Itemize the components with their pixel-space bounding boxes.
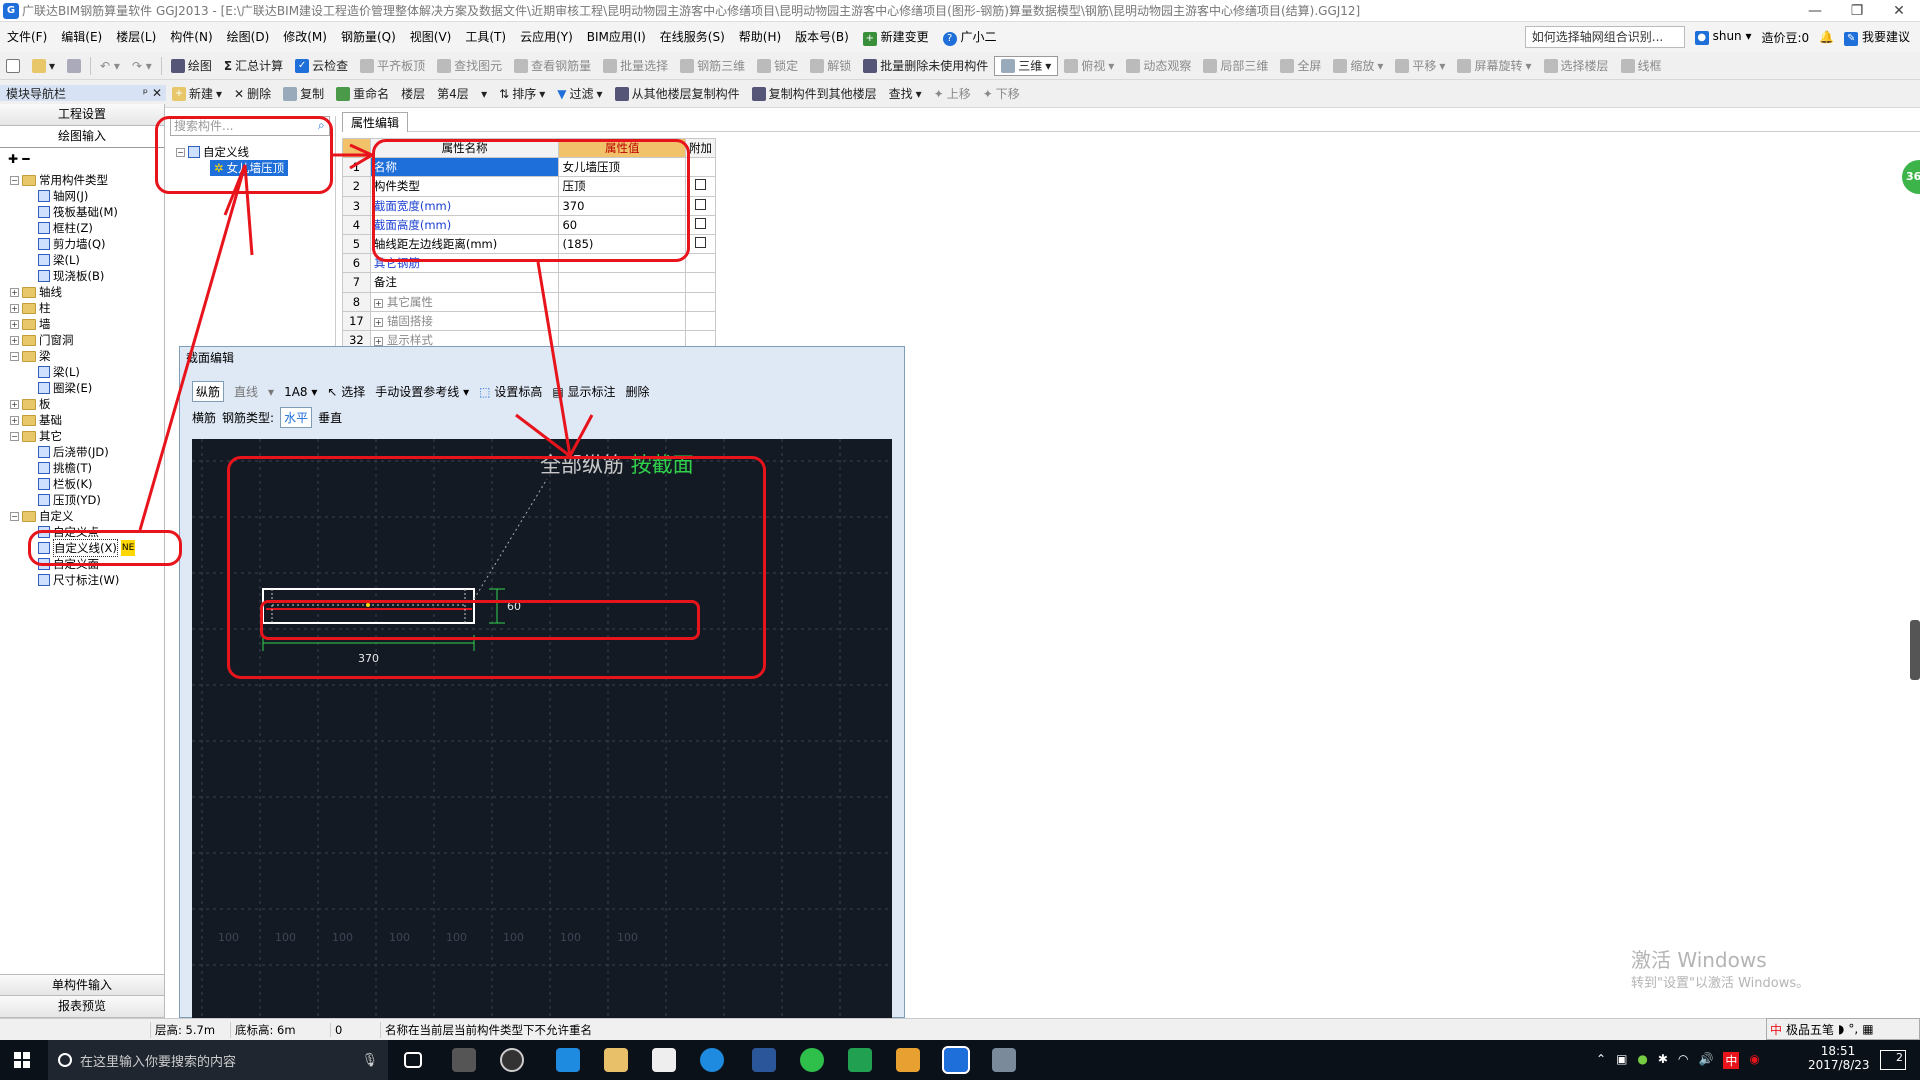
status-floor-height: 层高: 5.7m	[150, 1021, 230, 1038]
app-pinwheel-icon[interactable]	[452, 1048, 476, 1072]
action-center-icon[interactable]: 2	[1880, 1050, 1906, 1070]
ime-keyboard-icon: ▦	[1862, 1022, 1874, 1036]
microphone-icon[interactable]: 🎙	[361, 1053, 378, 1068]
arrow-shaft-left	[138, 164, 247, 531]
arrowhead-right	[515, 413, 594, 459]
status-zero: 0	[330, 1022, 380, 1037]
ime-punct-icon: °,	[1848, 1022, 1859, 1036]
wifi-icon[interactable]: ◠	[1678, 1052, 1688, 1069]
activation-watermark-title: 激活 Windows	[1631, 948, 1767, 972]
tray-bt-icon[interactable]: ✱	[1658, 1052, 1668, 1069]
windows-taskbar: 在这里输入你要搜索的内容 🎙 ⌃ ▣ ● ✱ ◠ 🔊 中 ◉ 18:51 201…	[0, 1040, 1920, 1080]
taskbar-search-placeholder: 在这里输入你要搜索的内容	[80, 1054, 237, 1070]
side-handle[interactable]	[1910, 620, 1920, 680]
word-icon[interactable]	[752, 1048, 776, 1072]
task-view-icon[interactable]	[404, 1052, 422, 1068]
edge-browser-icon[interactable]	[556, 1048, 580, 1072]
activation-watermark-subtitle: 转到"设置"以激活 Windows。	[1631, 976, 1810, 991]
app-circle-icon[interactable]	[500, 1048, 524, 1072]
arrowhead-left	[223, 164, 254, 256]
ime-name: 极品五笔	[1786, 1022, 1835, 1037]
tray-red-icon[interactable]: ◉	[1749, 1052, 1759, 1069]
browser-icon[interactable]	[700, 1048, 724, 1072]
cortana-icon	[58, 1053, 72, 1067]
callout-arrows	[138, 143, 594, 531]
settings-app-icon[interactable]	[992, 1048, 1016, 1072]
start-windows-icon[interactable]	[14, 1052, 30, 1068]
file-explorer-icon[interactable]	[604, 1048, 628, 1072]
notification-count: 2	[1896, 1051, 1903, 1064]
taskbar-time: 18:51	[1820, 1044, 1856, 1058]
status-bottom-elev: 底标高: 6m	[230, 1021, 330, 1038]
notes-app-icon[interactable]	[896, 1048, 920, 1072]
ime-bar[interactable]: 中 极品五笔 ◗ °, ▦	[1766, 1018, 1920, 1040]
volume-icon[interactable]: 🔊	[1698, 1052, 1713, 1069]
tray-expand-icon[interactable]: ⌃	[1596, 1052, 1606, 1069]
status-message: 名称在当前层当前构件类型下不允许重名	[380, 1021, 592, 1038]
tray-app-icon[interactable]: ▣	[1616, 1052, 1627, 1069]
taskbar-date: 2017/8/23	[1808, 1058, 1870, 1072]
arrow-shaft-right	[536, 261, 572, 457]
ime-cn-icon: 中	[1770, 1022, 1783, 1037]
ime-tray[interactable]: 中	[1723, 1052, 1740, 1069]
status-bar: 层高: 5.7m 底标高: 6m 0 名称在当前层当前构件类型下不允许重名	[0, 1018, 1920, 1040]
store-icon[interactable]	[652, 1048, 676, 1072]
ime-halfwidth-icon: ◗	[1838, 1022, 1845, 1036]
system-tray: ⌃ ▣ ● ✱ ◠ 🔊 中 ◉	[1596, 1052, 1760, 1069]
tray-green-icon[interactable]: ●	[1637, 1052, 1647, 1069]
spreadsheet-app-icon[interactable]	[848, 1048, 872, 1072]
glodon-app-icon[interactable]	[942, 1046, 970, 1074]
taskbar-clock[interactable]: 18:51 2017/8/23	[1808, 1044, 1870, 1072]
taskbar-search-box[interactable]: 在这里输入你要搜索的内容 🎙	[48, 1040, 388, 1080]
wechat-icon[interactable]	[800, 1048, 824, 1072]
